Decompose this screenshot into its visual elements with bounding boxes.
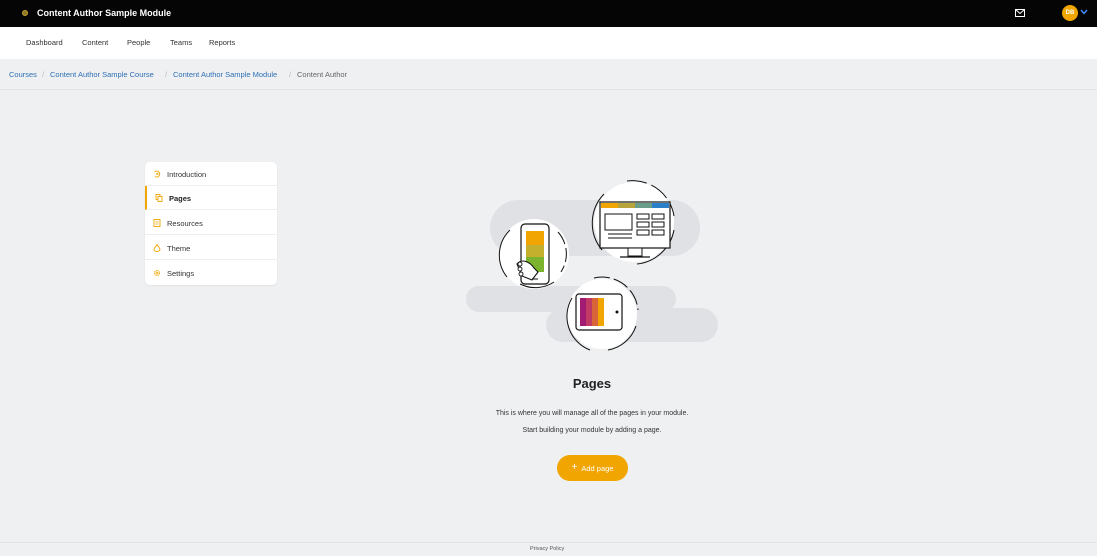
menu-item-theme[interactable]: Theme	[145, 236, 277, 260]
main-nav: Dashboard Content People Teams Reports	[0, 27, 1097, 59]
menu-item-settings[interactable]: Settings	[145, 261, 277, 285]
avatar[interactable]: DB	[1062, 5, 1078, 21]
breadcrumb-separator: /	[42, 70, 45, 79]
nav-people[interactable]: People	[127, 38, 150, 47]
empty-state-hint: Start building your module by adding a p…	[522, 427, 662, 434]
empty-state-description: This is where you will manage all of the…	[495, 410, 689, 417]
menu-item-label: Pages	[169, 194, 192, 203]
module-title: Content Author Sample Module	[37, 8, 172, 18]
devices-illustration	[466, 180, 718, 351]
footer: Privacy Policy	[0, 542, 1097, 556]
breadcrumb-courses[interactable]: Courses	[9, 70, 37, 79]
theme-icon	[153, 244, 161, 252]
menu-item-introduction[interactable]: Introduction	[145, 162, 277, 186]
menu-item-pages[interactable]: Pages	[145, 186, 277, 210]
nav-reports[interactable]: Reports	[209, 38, 235, 47]
gear-icon	[153, 269, 161, 277]
plus-icon: +	[571, 462, 578, 473]
breadcrumb-current: Content Author	[297, 70, 348, 79]
chevron-down-icon[interactable]	[1080, 9, 1088, 15]
privacy-policy-link[interactable]: Privacy Policy	[530, 546, 564, 552]
add-page-label: Add page	[581, 463, 614, 473]
resources-icon	[153, 219, 161, 227]
menu-item-label: Settings	[167, 269, 195, 278]
breadcrumb-module[interactable]: Content Author Sample Module	[173, 70, 277, 79]
add-page-button[interactable]: + Add page	[557, 455, 628, 481]
breadcrumb-separator: /	[289, 70, 292, 79]
top-bar: Content Author Sample Module DB	[0, 0, 1097, 27]
nav-content[interactable]: Content	[82, 38, 108, 47]
pages-icon	[155, 194, 163, 202]
menu-item-label: Theme	[167, 244, 191, 253]
menu-item-label: Resources	[167, 219, 203, 228]
nav-dashboard[interactable]: Dashboard	[26, 38, 63, 47]
menu-item-label: Introduction	[167, 170, 207, 179]
menu-item-resources[interactable]: Resources	[145, 211, 277, 235]
module-side-menu: Introduction Pages Resources Theme Setti…	[145, 162, 277, 285]
breadcrumb-separator: /	[165, 70, 168, 79]
introduction-icon	[154, 170, 161, 178]
nav-teams[interactable]: Teams	[170, 38, 192, 47]
breadcrumb-course[interactable]: Content Author Sample Course	[50, 70, 154, 79]
logo-icon[interactable]	[22, 10, 28, 16]
breadcrumb: Courses / Content Author Sample Course /…	[0, 59, 1097, 90]
empty-state-title: Pages	[572, 376, 612, 391]
mail-icon[interactable]	[1015, 9, 1025, 17]
